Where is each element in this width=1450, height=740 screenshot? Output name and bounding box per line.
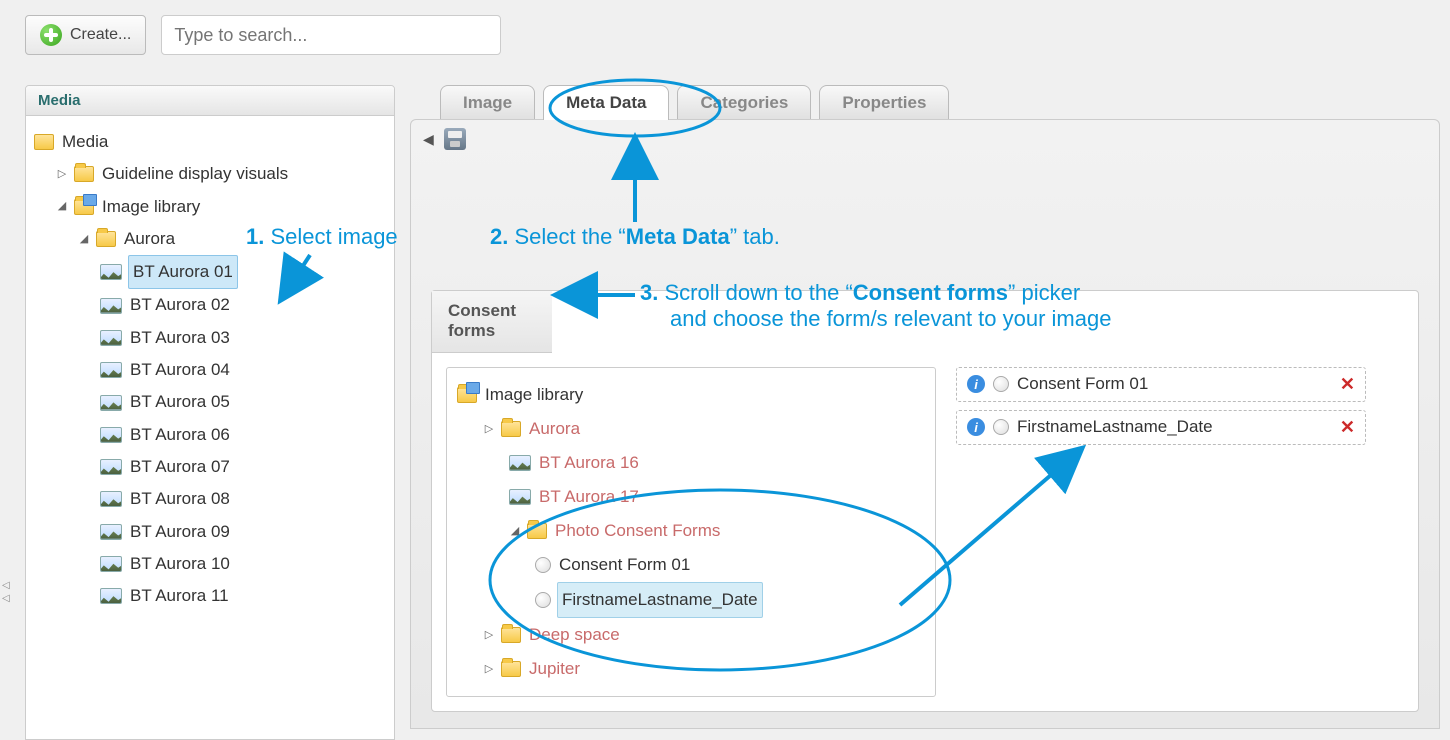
picker-node-consent-form[interactable]: Consent Form 01 <box>535 548 925 582</box>
back-arrow-icon[interactable]: ◀ <box>423 131 434 148</box>
top-toolbar: Create... <box>25 10 1440 60</box>
folder-icon <box>501 661 521 677</box>
folder-library-icon <box>457 387 477 403</box>
expand-icon[interactable]: ▷ <box>56 168 68 180</box>
tree-node-image[interactable]: BT Aurora 08 <box>100 483 386 515</box>
image-icon <box>100 298 122 314</box>
consent-forms-picker-tree: Image library ▷ Aurora BT Aurora 16 BT A… <box>446 367 936 697</box>
tab-properties[interactable]: Properties <box>819 85 949 120</box>
tree-node-image[interactable]: BT Aurora 05 <box>100 386 386 418</box>
remove-icon[interactable]: ✕ <box>1340 417 1355 438</box>
collapse-icon[interactable]: ◢ <box>509 525 521 537</box>
search-input[interactable] <box>161 15 501 55</box>
picker-node-image[interactable]: BT Aurora 17 <box>509 480 925 514</box>
selected-consent-forms: i Consent Form 01 ✕ i FirstnameLastname_… <box>956 367 1366 697</box>
remove-icon[interactable]: ✕ <box>1340 374 1355 395</box>
image-icon <box>100 330 122 346</box>
tree-node-image[interactable]: BT Aurora 04 <box>100 354 386 386</box>
save-icon[interactable] <box>444 128 466 150</box>
consent-forms-header: Consent forms <box>432 291 552 353</box>
tab-body: ◀ Consent forms Image library ▷ Aurora <box>410 119 1440 729</box>
selected-consent-item[interactable]: i FirstnameLastname_Date ✕ <box>956 410 1366 445</box>
picker-node-jupiter[interactable]: ▷ Jupiter <box>483 652 925 686</box>
picker-node-photo-consent-forms[interactable]: ◢ Photo Consent Forms <box>509 514 925 548</box>
tab-toolbar: ◀ <box>411 120 1439 158</box>
tree-node-image[interactable]: BT Aurora 07 <box>100 451 386 483</box>
media-tree: Media ▷ Guideline display visuals ◢ Imag… <box>26 116 394 622</box>
folder-icon <box>501 627 521 643</box>
plus-icon <box>40 24 62 46</box>
folder-library-icon <box>74 199 94 215</box>
image-icon <box>100 459 122 475</box>
media-tree-header: Media <box>26 86 394 116</box>
tab-categories[interactable]: Categories <box>677 85 811 120</box>
picker-node-image-library[interactable]: Image library <box>457 378 925 412</box>
image-icon <box>100 264 122 280</box>
folder-icon <box>501 421 521 437</box>
image-icon <box>100 524 122 540</box>
image-icon <box>100 362 122 378</box>
expand-icon[interactable]: ▷ <box>483 629 495 641</box>
tree-node-image[interactable]: BT Aurora 11 <box>100 580 386 612</box>
image-icon <box>100 588 122 604</box>
tab-bar: Image Meta Data Categories Properties <box>410 85 1440 120</box>
tree-node-image-library[interactable]: ◢ Image library <box>56 191 386 223</box>
picker-node-aurora[interactable]: ▷ Aurora <box>483 412 925 446</box>
document-icon <box>535 557 551 573</box>
collapse-icon[interactable]: ◢ <box>56 201 68 213</box>
media-tree-panel: Media Media ▷ Guideline display visuals … <box>25 85 395 740</box>
expand-icon[interactable]: ▷ <box>483 423 495 435</box>
folder-icon <box>527 523 547 539</box>
image-icon <box>100 491 122 507</box>
tab-meta-data[interactable]: Meta Data <box>543 85 669 120</box>
document-icon <box>535 592 551 608</box>
tree-node-guideline[interactable]: ▷ Guideline display visuals <box>56 158 386 190</box>
tree-node-image[interactable]: BT Aurora 01 <box>100 255 386 289</box>
document-icon <box>993 376 1009 392</box>
create-button[interactable]: Create... <box>25 15 146 55</box>
tab-image[interactable]: Image <box>440 85 535 120</box>
consent-forms-panel: Consent forms Image library ▷ Aurora <box>431 290 1419 712</box>
picker-node-image[interactable]: BT Aurora 16 <box>509 446 925 480</box>
image-icon <box>509 489 531 505</box>
tree-node-image[interactable]: BT Aurora 06 <box>100 419 386 451</box>
folder-icon <box>96 231 116 247</box>
image-icon <box>100 427 122 443</box>
picker-node-deep-space[interactable]: ▷ Deep space <box>483 618 925 652</box>
document-icon <box>993 419 1009 435</box>
expand-icon[interactable]: ▷ <box>483 663 495 675</box>
create-button-label: Create... <box>70 26 131 44</box>
folder-icon <box>34 134 54 150</box>
selected-item-label: FirstnameLastname_Date <box>1017 417 1213 437</box>
tree-node-image[interactable]: BT Aurora 02 <box>100 289 386 321</box>
collapse-icon[interactable]: ◢ <box>78 233 90 245</box>
image-icon <box>100 556 122 572</box>
tree-node-image[interactable]: BT Aurora 10 <box>100 548 386 580</box>
image-icon <box>509 455 531 471</box>
info-icon[interactable]: i <box>967 375 985 393</box>
selected-item-label: Consent Form 01 <box>1017 374 1148 394</box>
panel-collapse-handles[interactable]: ◁◁ <box>2 580 10 604</box>
selected-consent-item[interactable]: i Consent Form 01 ✕ <box>956 367 1366 402</box>
image-icon <box>100 395 122 411</box>
tree-node-image[interactable]: BT Aurora 03 <box>100 322 386 354</box>
folder-icon <box>74 166 94 182</box>
tree-node-image[interactable]: BT Aurora 09 <box>100 516 386 548</box>
tree-node-media-root[interactable]: Media <box>34 126 386 158</box>
info-icon[interactable]: i <box>967 418 985 436</box>
main-panel: Image Meta Data Categories Properties ◀ … <box>410 85 1440 740</box>
picker-node-consent-form[interactable]: FirstnameLastname_Date <box>535 582 925 618</box>
tree-node-aurora[interactable]: ◢ Aurora <box>78 223 386 255</box>
